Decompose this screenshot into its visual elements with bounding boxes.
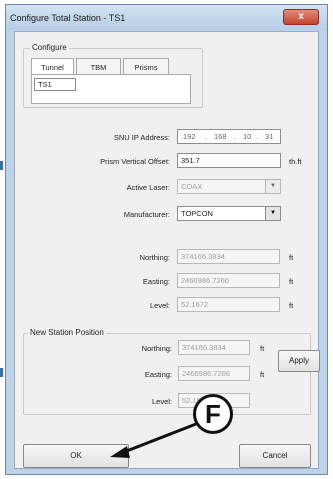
- callout-letter: F: [193, 394, 233, 434]
- callout-arrow: [110, 422, 197, 458]
